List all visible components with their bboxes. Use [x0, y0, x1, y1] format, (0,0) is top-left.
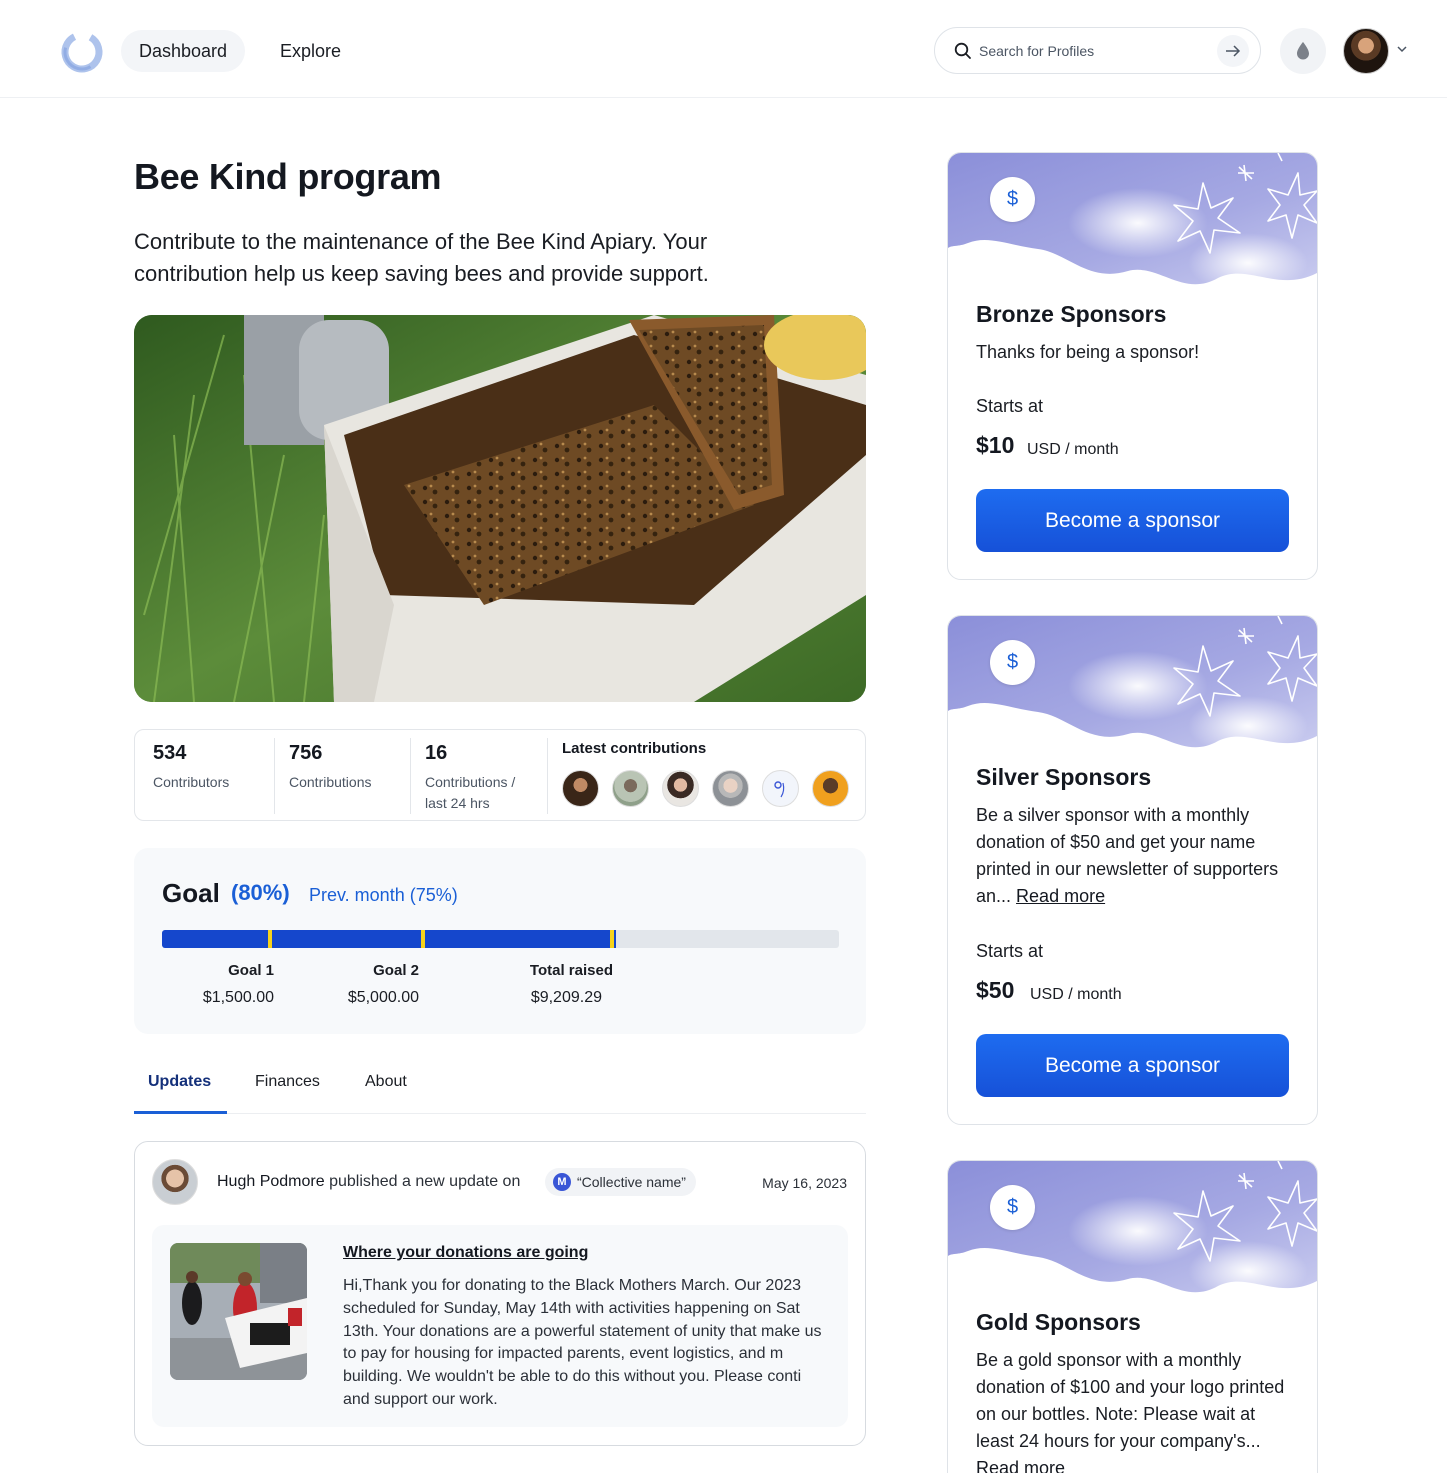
- author-name[interactable]: Hugh Podmore: [217, 1173, 325, 1190]
- sponsor-banner: [948, 153, 1317, 303]
- update-byline: Hugh Podmore published a new update on: [217, 1173, 520, 1191]
- goal-card: Goal (80%) Prev. month (75%) Goal 1 $1,5…: [134, 848, 866, 1034]
- sponsor-card-bronze: $ Bronze Sponsors Thanks for being a spo…: [947, 152, 1318, 580]
- march-photo: [170, 1243, 307, 1380]
- goal-progress-fill: [162, 930, 616, 948]
- contributors-label: Contributors: [153, 774, 230, 790]
- search-icon: [954, 42, 971, 59]
- hero-image: [134, 315, 866, 702]
- recent-count: 16: [425, 742, 448, 764]
- nav-dashboard[interactable]: Dashboard: [121, 30, 246, 72]
- sponsor-card-silver: $ Silver Sponsors Be a silver sponsor wi…: [947, 615, 1318, 1125]
- dollar-icon: $: [990, 1185, 1035, 1230]
- sponsor-description-text: Be a gold sponsor with a monthly donatio…: [976, 1350, 1285, 1451]
- become-sponsor-button[interactable]: Become a sponsor: [976, 489, 1289, 552]
- price-unit: USD / month: [1027, 441, 1119, 458]
- arrow-right-icon: [1226, 45, 1241, 57]
- sponsor-price: $10: [976, 432, 1015, 458]
- content-tabs: Updates Finances About: [134, 1060, 866, 1114]
- sponsor-description: Thanks for being a sponsor!: [976, 342, 1200, 362]
- collective-name: “Collective name”: [577, 1174, 686, 1190]
- goal1-label: Goal 1: [228, 962, 274, 979]
- page-title: Bee Kind program: [134, 156, 442, 197]
- goal2-value: $5,000.00: [347, 989, 419, 1006]
- update-card: Hugh Podmore published a new update on M…: [134, 1141, 866, 1446]
- contributor-avatar[interactable]: [562, 770, 599, 807]
- nav-explore[interactable]: Explore: [262, 30, 359, 72]
- sponsor-tier-name: Gold Sponsors: [976, 1309, 1141, 1335]
- chevron-down-icon[interactable]: [1396, 44, 1408, 54]
- update-photo[interactable]: [170, 1243, 307, 1380]
- contributors-count: 534: [153, 742, 187, 764]
- update-date: May 16, 2023: [762, 1175, 847, 1191]
- collective-chip[interactable]: M “Collective name”: [545, 1168, 696, 1196]
- goal-previous-month: Prev. month (75%): [309, 885, 458, 905]
- contributor-avatar[interactable]: [762, 770, 799, 807]
- search-bar: [934, 27, 1261, 74]
- sponsor-card-gold: $ Gold Sponsors Be a gold sponsor with a…: [947, 1160, 1318, 1473]
- stat-recent: 16 Contributions / last 24 hrs: [407, 730, 545, 820]
- stat-contributions: 756 Contributions: [271, 730, 409, 820]
- update-title[interactable]: Where your donations are going: [343, 1244, 588, 1262]
- goal-progress-bar: [162, 930, 839, 948]
- sponsor-description: Be a silver sponsor with a monthly donat…: [976, 802, 1296, 910]
- read-more-link[interactable]: Read more: [1016, 886, 1105, 906]
- goal-percent: (80%): [231, 880, 290, 905]
- contributions-label: Contributions: [289, 774, 372, 790]
- goal-marker: [610, 930, 615, 948]
- tab-about[interactable]: About: [365, 1073, 407, 1091]
- read-more-link[interactable]: Read more: [976, 1458, 1065, 1473]
- tab-updates[interactable]: Updates: [148, 1073, 211, 1091]
- goal-marker: [268, 930, 273, 948]
- sponsor-banner: [948, 1161, 1317, 1311]
- contributions-count: 756: [289, 742, 323, 764]
- search-input[interactable]: [979, 40, 1199, 62]
- sponsor-description: Be a gold sponsor with a monthly donatio…: [976, 1347, 1296, 1473]
- top-navigation: Dashboard Explore: [0, 0, 1447, 98]
- recent-label: Contributions / last 24 hrs: [425, 774, 516, 811]
- goal-title: Goal: [162, 878, 220, 908]
- starts-at-label: Starts at: [976, 396, 1044, 416]
- update-action: published a new update on: [329, 1173, 521, 1190]
- author-avatar[interactable]: [152, 1159, 198, 1205]
- dollar-icon: $: [990, 177, 1035, 222]
- update-content: Where your donations are going Hi,Thank …: [152, 1225, 848, 1427]
- search-submit-button[interactable]: [1217, 35, 1249, 67]
- starts-at-label: Starts at: [976, 941, 1044, 961]
- sponsor-tier-name: Bronze Sponsors: [976, 301, 1167, 327]
- active-tab-indicator: [134, 1111, 227, 1114]
- drop-icon: [1297, 42, 1309, 60]
- logo-icon[interactable]: [60, 30, 104, 74]
- collective-icon: M: [553, 1173, 571, 1191]
- sponsor-tier-name: Silver Sponsors: [976, 764, 1152, 790]
- price-unit: USD / month: [1030, 986, 1122, 1003]
- total-raised-label: Total raised: [529, 962, 613, 979]
- stat-contributors: 534 Contributors: [135, 730, 273, 820]
- become-sponsor-button[interactable]: Become a sponsor: [976, 1034, 1289, 1097]
- program-description: Contribute to the maintenance of the Bee…: [134, 229, 709, 286]
- sponsor-price: $50: [976, 977, 1015, 1003]
- sponsor-banner: [948, 616, 1317, 766]
- dollar-icon: $: [990, 640, 1035, 685]
- update-body: Hi,Thank you for donating to the Black M…: [343, 1277, 822, 1408]
- contributor-avatar[interactable]: [662, 770, 699, 807]
- beehive-photo: [134, 315, 866, 702]
- latest-contributions-title: Latest contributions: [562, 740, 707, 757]
- stat-divider: [547, 738, 548, 814]
- contributor-avatar[interactable]: [712, 770, 749, 807]
- tab-finances[interactable]: Finances: [255, 1073, 320, 1091]
- user-avatar[interactable]: [1343, 28, 1389, 74]
- stats-panel: 534 Contributors 756 Contributions 16 Co…: [134, 729, 866, 821]
- contributor-avatar[interactable]: [612, 770, 649, 807]
- total-raised-value: $9,209.29: [530, 989, 602, 1006]
- activity-button[interactable]: [1280, 28, 1326, 74]
- goal2-label: Goal 2: [373, 962, 419, 979]
- goal1-value: $1,500.00: [202, 989, 274, 1006]
- contributor-avatar[interactable]: [812, 770, 849, 807]
- abstract-face-icon: [774, 781, 785, 798]
- goal-marker: [420, 930, 425, 948]
